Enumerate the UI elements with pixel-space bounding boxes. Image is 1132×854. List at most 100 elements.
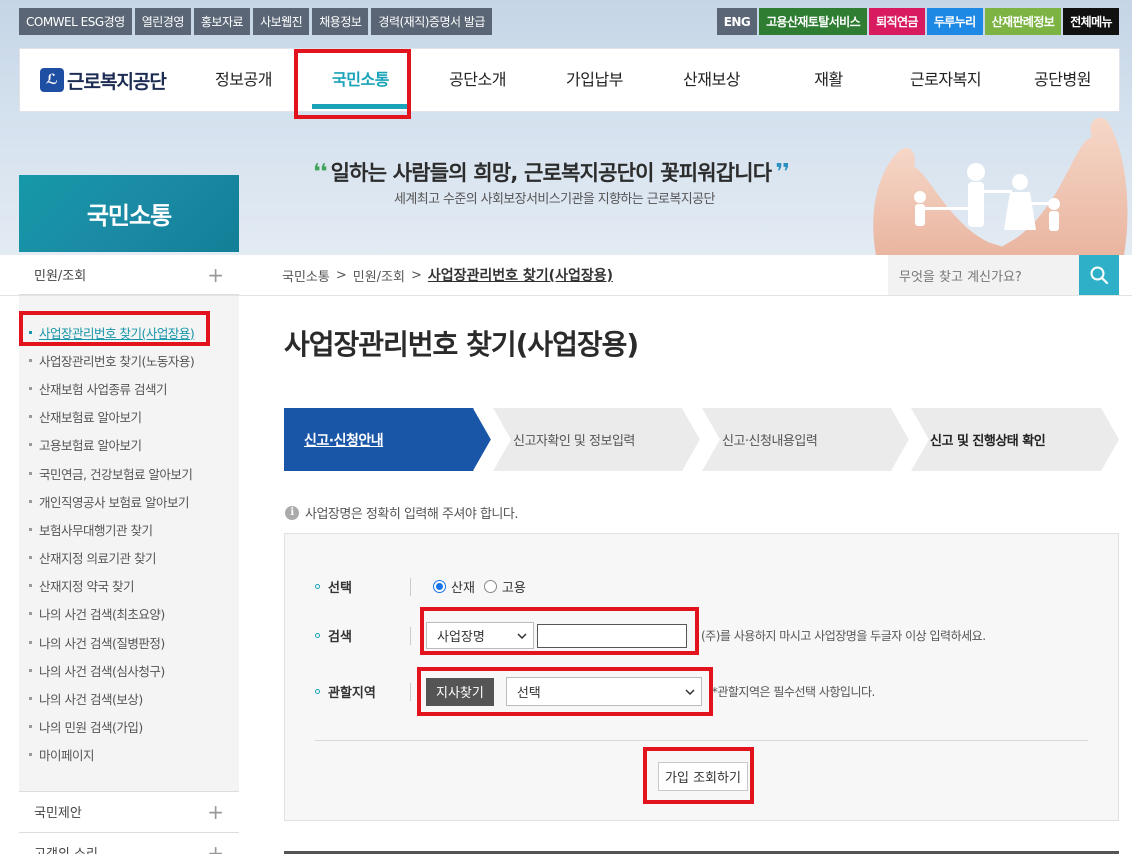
- form-divider: [315, 740, 1088, 741]
- sidebar-item-medical-search[interactable]: 산재지정 의료기관 찾기: [19, 544, 239, 572]
- sidebar-item-case-disease[interactable]: 나의 사건 검색(질병판정): [19, 628, 239, 656]
- bullet-icon: [29, 640, 32, 644]
- bullet-icon: [29, 358, 32, 362]
- bullet-icon: [29, 697, 32, 701]
- breadcrumb-separator-icon: >: [335, 267, 347, 283]
- step-1-active: 신고·신청안내: [304, 432, 384, 449]
- util-recruit-link[interactable]: 채용정보: [312, 8, 369, 35]
- quote-close-icon: ❜❜: [775, 159, 789, 185]
- sidebar-item-accident-premium[interactable]: 산재보험료 알아보기: [19, 403, 239, 431]
- util-precedent-link[interactable]: 산재판례정보: [984, 8, 1062, 35]
- sidebar-item-case-compensation[interactable]: 나의 사건 검색(보상): [19, 684, 239, 712]
- breadcrumb-home[interactable]: 국민소통: [282, 266, 330, 285]
- join-inquiry-button[interactable]: 가입 조회하기: [658, 762, 748, 791]
- util-certificate-link[interactable]: 경력(재직)증명서 발급: [371, 8, 492, 35]
- bullet-icon: [29, 499, 32, 503]
- util-durunuri-link[interactable]: 두루누리: [926, 8, 983, 35]
- step-4: 신고 및 진행상태 확인: [930, 434, 1046, 449]
- breadcrumb-separator-icon: >: [410, 267, 422, 283]
- sidebar-item-agency-search[interactable]: 보험사무대행기관 찾기: [19, 515, 239, 543]
- sidebar-section-label: 고객의 소리: [34, 843, 98, 854]
- util-esg-link[interactable]: COMWEL ESG경영: [19, 8, 132, 35]
- sidebar-item-complaint-join[interactable]: 나의 민원 검색(가입): [19, 713, 239, 741]
- plus-icon: +: [207, 840, 224, 854]
- chevron-down-icon: [685, 688, 695, 695]
- hero-title-text: 일하는 사람들의 희망, 근로복지공단이 꽃피워갑니다: [330, 161, 772, 185]
- search-form: 선택 산재 고용 검색 사업장명 (주)를 사용하지 마시고 사업장명을 두글자…: [284, 533, 1119, 821]
- sidebar-item-case-initial[interactable]: 나의 사건 검색(최초요양): [19, 600, 239, 628]
- nav-item-hospital[interactable]: 공단병원: [1004, 49, 1121, 111]
- sidebar-item-label: 산재지정 의료기관 찾기: [39, 551, 156, 567]
- sidebar-item-employment-premium[interactable]: 고용보험료 알아보기: [19, 431, 239, 459]
- sidebar-item-industry-search[interactable]: 산재보험 사업종류 검색기: [19, 374, 239, 402]
- bullet-icon: [29, 612, 32, 616]
- sidebar-item-workplace-id-worker[interactable]: 사업장관리번호 찾기(노동자용): [19, 346, 239, 374]
- sidebar-item-mypage[interactable]: 마이페이지: [19, 741, 239, 769]
- sidebar-item-label: 나의 사건 검색(보상): [39, 692, 143, 708]
- search-type-select[interactable]: 사업장명: [426, 622, 534, 649]
- sidebar-item-private-construction[interactable]: 개인직영공사 보험료 알아보기: [19, 487, 239, 515]
- util-pr-link[interactable]: 홍보자료: [193, 8, 251, 35]
- main-navigation: ℒ 근로복지공단 정보공개 국민소통 공단소개 가입납부 산재보상 재활 근로자…: [19, 48, 1120, 112]
- row-separator: [410, 577, 411, 596]
- bullet-icon: [29, 471, 32, 475]
- site-logo[interactable]: ℒ 근로복지공단: [40, 67, 190, 94]
- bullet-icon: [29, 386, 32, 390]
- step-3: 신고·신청내용입력: [722, 434, 818, 449]
- util-all-menu-button[interactable]: 전체메뉴: [1063, 8, 1119, 35]
- region-select[interactable]: 선택: [505, 677, 702, 706]
- bullet-icon: [29, 584, 32, 588]
- bullet-icon: [29, 443, 32, 447]
- row-separator: [410, 682, 411, 701]
- sidebar-list: 사업장관리번호 찾기(사업장용) 사업장관리번호 찾기(노동자용) 산재보험 사…: [19, 296, 239, 769]
- bullet-icon: [315, 689, 320, 694]
- nav-item-about[interactable]: 공단소개: [419, 49, 536, 111]
- sidebar-item-pension-health[interactable]: 국민연금, 건강보험료 알아보기: [19, 459, 239, 487]
- breadcrumb: 국민소통 > 민원/조회 > 사업장관리번호 찾기(사업장용): [282, 255, 613, 295]
- sidebar-item-pharmacy-search[interactable]: 산재지정 약국 찾기: [19, 572, 239, 600]
- bullet-icon: [29, 725, 32, 729]
- sidebar-item-case-review[interactable]: 나의 사건 검색(심사청구): [19, 656, 239, 684]
- workplace-name-input[interactable]: [537, 623, 687, 648]
- util-open-mgmt-link[interactable]: 열린경영: [134, 8, 191, 35]
- sidebar-item-label: 나의 사건 검색(질병판정): [39, 635, 165, 651]
- utility-links: COMWEL ESG경영 열린경영 홍보자료 사보웹진 채용정보 경력(재직)증…: [19, 8, 492, 35]
- step-progress: 신고·신청안내 신고자확인 및 정보입력 신고·신청내용입력 신고 및 진행상태…: [284, 408, 1119, 471]
- region-hint: *관할지역은 필수선택 사항입니다.: [711, 685, 876, 699]
- site-search-input[interactable]: 무엇을 찾고 계신가요?: [888, 255, 1079, 295]
- util-webzine-link[interactable]: 사보웹진: [253, 8, 310, 35]
- sidebar-item-label: 산재지정 약국 찾기: [39, 579, 134, 595]
- info-icon: i: [285, 505, 299, 520]
- sidebar-item-label: 사업장관리번호 찾기(노동자용): [39, 353, 195, 369]
- logo-text: 근로복지공단: [67, 70, 167, 93]
- search-icon: [1090, 266, 1109, 285]
- sidebar-section-voice[interactable]: 고객의 소리 +: [19, 832, 239, 854]
- util-total-service-link[interactable]: 고용산재토탈서비스: [759, 8, 868, 35]
- search-button[interactable]: [1079, 255, 1119, 295]
- hero-subtitle: 세계최고 수준의 사회보장서비스기관을 지향하는 근로복지공단: [394, 192, 715, 207]
- nav-item-payment[interactable]: 가입납부: [536, 49, 653, 111]
- branch-search-button[interactable]: 지사찾기: [426, 677, 494, 706]
- util-eng-link[interactable]: ENG: [716, 8, 758, 35]
- sidebar-section-proposal[interactable]: 국민제안 +: [19, 791, 239, 831]
- plus-icon: +: [207, 799, 224, 824]
- breadcrumb-current[interactable]: 사업장관리번호 찾기(사업장용): [428, 265, 613, 285]
- radio-employment[interactable]: [483, 580, 497, 593]
- side-menu-header-label: 민원/조회: [34, 269, 87, 284]
- nav-item-rehab[interactable]: 재활: [770, 49, 887, 111]
- side-menu-header[interactable]: 민원/조회 +: [19, 255, 239, 295]
- nav-item-disclosure[interactable]: 정보공개: [185, 49, 302, 111]
- bullet-icon: [315, 584, 320, 589]
- util-pension-link[interactable]: 퇴직연금: [869, 8, 925, 35]
- radio-employment-label: 고용: [501, 581, 526, 596]
- notice: i 사업장명은 정확히 입력해 주셔야 합니다.: [285, 503, 518, 522]
- nav-item-compensation[interactable]: 산재보상: [653, 49, 770, 111]
- nav-item-welfare[interactable]: 근로자복지: [887, 49, 1004, 111]
- radio-accident[interactable]: [433, 580, 446, 593]
- search-hint: (주)를 사용하지 마시고 사업장명을 두글자 이상 입력하세요.: [701, 629, 986, 643]
- quote-open-icon: ❛❛: [313, 159, 327, 185]
- chevron-down-icon: [517, 632, 527, 639]
- breadcrumb-level2[interactable]: 민원/조회: [353, 266, 405, 285]
- bullet-icon: [29, 556, 32, 560]
- breadcrumb-bar: 민원/조회 + 국민소통 > 민원/조회 > 사업장관리번호 찾기(사업장용) …: [0, 255, 1132, 296]
